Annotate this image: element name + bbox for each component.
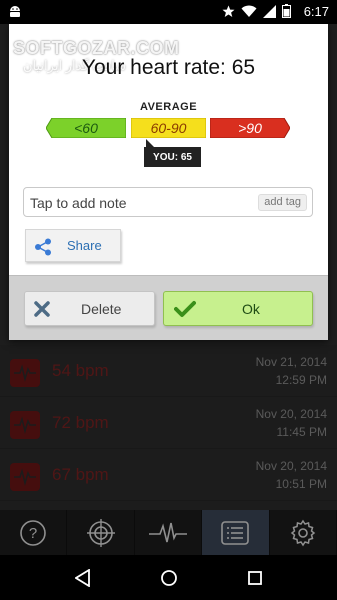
share-label: Share bbox=[67, 238, 102, 253]
wifi-icon bbox=[241, 5, 257, 17]
navigation-bar bbox=[0, 555, 337, 600]
tab-history[interactable] bbox=[202, 510, 270, 555]
tab-help[interactable]: ? bbox=[0, 510, 68, 555]
share-button[interactable]: Share bbox=[25, 229, 121, 262]
record-datetime: Nov 21, 2014 12:59 PM bbox=[255, 355, 327, 387]
range-normal: 60-90 bbox=[131, 118, 206, 138]
history-list: 54 bpm Nov 21, 2014 12:59 PM 72 bpm Nov 2… bbox=[0, 345, 337, 510]
target-icon bbox=[86, 518, 115, 547]
tab-measure[interactable] bbox=[67, 510, 135, 555]
pulse-icon bbox=[149, 522, 188, 542]
pulse-icon bbox=[10, 359, 40, 387]
dialog-button-bar: Delete Ok bbox=[9, 275, 328, 340]
heart-rate-dialog: SOFTGOZAR.COM سافت گذار ایرانیان Your he… bbox=[9, 24, 328, 340]
record-datetime: Nov 20, 2014 11:45 PM bbox=[255, 407, 327, 439]
pulse-icon bbox=[10, 411, 40, 439]
help-icon: ? bbox=[20, 519, 47, 546]
average-label: AVERAGE bbox=[139, 101, 198, 113]
list-item[interactable]: 54 bpm Nov 21, 2014 12:59 PM bbox=[0, 345, 337, 397]
bpm-value: 72 bpm bbox=[52, 413, 109, 432]
close-icon bbox=[34, 301, 50, 317]
record-datetime: Nov 20, 2014 10:51 PM bbox=[255, 459, 327, 491]
range-high: >90 bbox=[210, 118, 290, 138]
bottom-tab-bar: ? bbox=[0, 510, 337, 555]
delete-label: Delete bbox=[81, 301, 122, 317]
add-tag-button[interactable]: add tag bbox=[258, 194, 307, 211]
status-bar: 6:17 bbox=[0, 0, 337, 24]
pulse-icon bbox=[10, 463, 40, 491]
note-input[interactable] bbox=[30, 193, 250, 213]
gear-icon bbox=[290, 519, 316, 546]
bpm-value: 67 bpm bbox=[52, 465, 109, 484]
status-clock: 6:17 bbox=[303, 4, 329, 19]
signal-icon bbox=[263, 4, 276, 18]
android-icon bbox=[10, 6, 20, 17]
battery-icon bbox=[282, 4, 291, 18]
list-item[interactable]: 72 bpm Nov 20, 2014 11:45 PM bbox=[0, 397, 337, 449]
list-icon bbox=[221, 520, 250, 545]
screen: 6:17 54 bpm Nov 21, 2014 12:59 PM 72 bpm … bbox=[0, 0, 337, 600]
checkmark-icon bbox=[174, 301, 196, 317]
note-field[interactable]: add tag bbox=[23, 187, 313, 217]
delete-button[interactable]: Delete bbox=[24, 291, 155, 326]
home-icon[interactable] bbox=[160, 569, 178, 587]
range-low: <60 bbox=[46, 118, 126, 138]
svg-text:?: ? bbox=[29, 525, 37, 542]
recents-icon[interactable] bbox=[247, 570, 263, 586]
back-icon[interactable] bbox=[74, 568, 91, 587]
dialog-title: Your heart rate: 65 bbox=[81, 56, 256, 79]
tab-pulse[interactable] bbox=[135, 510, 203, 555]
ok-label: Ok bbox=[242, 301, 260, 317]
share-icon bbox=[35, 238, 51, 256]
list-item[interactable]: 67 bpm Nov 20, 2014 10:51 PM bbox=[0, 449, 337, 501]
tab-settings[interactable] bbox=[270, 510, 337, 555]
you-badge: YOU: 65 bbox=[144, 139, 201, 167]
star-icon bbox=[222, 5, 235, 17]
bpm-value: 54 bpm bbox=[52, 361, 109, 380]
ok-button[interactable]: Ok bbox=[163, 291, 313, 326]
